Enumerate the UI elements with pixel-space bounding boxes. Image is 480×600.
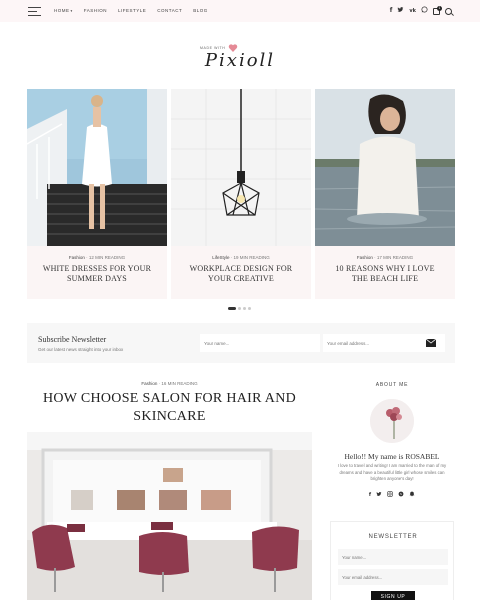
- slider-dot[interactable]: [238, 307, 241, 310]
- whatsapp-icon[interactable]: [421, 6, 428, 16]
- slide-card[interactable]: Fashion · 17 MIN READING 10 REASONS WHY …: [315, 89, 455, 299]
- slide-category[interactable]: Fashion: [69, 255, 85, 260]
- snapchat-icon[interactable]: [409, 491, 415, 500]
- envelope-icon: [426, 339, 436, 347]
- featured-slider: Fashion · 12 MIN READING WHITE DRESSES F…: [27, 89, 455, 299]
- sign-up-button[interactable]: SIGN UP: [371, 591, 415, 600]
- vk-icon[interactable]: vk: [409, 7, 416, 15]
- subscribe-title: Subscribe Newsletter: [38, 335, 107, 344]
- nav-item-fashion[interactable]: FASHION: [84, 8, 107, 13]
- newsletter-widget: NEWSLETTER SIGN UP: [330, 521, 454, 600]
- instagram-icon[interactable]: [387, 491, 393, 500]
- slider-dot[interactable]: [228, 307, 236, 310]
- slide-title[interactable]: WHITE DRESSES FOR YOUR SUMMER DAYS: [27, 264, 167, 284]
- subscribe-bar: Subscribe Newsletter Get our latest news…: [27, 323, 455, 363]
- slide-image[interactable]: [27, 89, 167, 246]
- search-icon[interactable]: [445, 7, 452, 15]
- facebook-icon[interactable]: f: [369, 491, 371, 500]
- slide-meta: Fashion · 12 MIN READING: [68, 255, 126, 260]
- slide-title[interactable]: WORKPLACE DESIGN FOR YOUR CREATIVE: [171, 264, 311, 284]
- slide-meta: Fashion · 17 MIN READING: [356, 255, 414, 260]
- slide-meta: LifeStyle · 19 MIN READING: [212, 255, 270, 260]
- slide-image[interactable]: [315, 89, 455, 246]
- post-category[interactable]: Fashion: [141, 381, 157, 386]
- svg-text:S: S: [400, 492, 402, 496]
- hamburger-menu-icon[interactable]: [28, 7, 41, 16]
- nav-item-home[interactable]: HOME▾: [54, 8, 73, 13]
- post-meta: Fashion · 16 MIN READING: [141, 381, 198, 386]
- facebook-icon[interactable]: f: [390, 7, 393, 15]
- nav-item-lifestyle[interactable]: LIFESTYLE: [118, 8, 146, 13]
- slider-dot[interactable]: [248, 307, 251, 310]
- newsletter-email-input[interactable]: [338, 569, 448, 585]
- twitter-icon[interactable]: [397, 6, 404, 16]
- slide-image[interactable]: [171, 89, 311, 246]
- about-me-heading: ABOUT ME: [375, 382, 409, 388]
- post-title[interactable]: HOW CHOOSE SALON FOR HAIR AND SKINCARE: [27, 390, 312, 426]
- slide-reading-time: 17 MIN READING: [376, 255, 414, 260]
- subscribe-name-input[interactable]: [200, 334, 320, 352]
- twitter-icon[interactable]: [376, 491, 382, 500]
- about-text: I love to travel and writing! I am marri…: [337, 463, 447, 481]
- subscribe-submit-button[interactable]: [417, 334, 445, 352]
- post-image[interactable]: [27, 432, 312, 600]
- slide-card[interactable]: LifeStyle · 19 MIN READING WORKPLACE DES…: [171, 89, 311, 299]
- logo-wordmark: Pixioll: [204, 50, 276, 71]
- avatar: [370, 399, 414, 443]
- top-navbar: HOME▾ FASHION LIFESTYLE CONTACT BLOG f v…: [0, 0, 480, 22]
- slide-reading-time: 19 MIN READING: [233, 255, 270, 260]
- newsletter-name-input[interactable]: [338, 549, 448, 565]
- slider-pagination: [228, 307, 251, 310]
- slider-dot[interactable]: [243, 307, 246, 310]
- cart-icon[interactable]: 1: [433, 5, 442, 15]
- main-nav: HOME▾ FASHION LIFESTYLE CONTACT BLOG: [54, 8, 208, 13]
- slide-category[interactable]: Fashion: [357, 255, 373, 260]
- slide-card[interactable]: Fashion · 12 MIN READING WHITE DRESSES F…: [27, 89, 167, 299]
- slide-title[interactable]: 10 REASONS WHY I LOVE THE BEACH LIFE: [315, 264, 455, 284]
- header-social: f vk 1: [390, 5, 452, 16]
- nav-item-blog[interactable]: BLOG: [193, 8, 208, 13]
- skype-icon[interactable]: S: [398, 491, 404, 500]
- about-name: Hello!! My name is ROSABEL: [344, 452, 440, 461]
- subscribe-description: Get our latest news straight into your i…: [38, 347, 124, 352]
- subscribe-email-input[interactable]: [323, 334, 417, 352]
- cart-count-badge: 1: [437, 5, 442, 11]
- slide-reading-time: 12 MIN READING: [88, 255, 126, 260]
- slide-category[interactable]: LifeStyle: [212, 255, 229, 260]
- about-social: f S: [330, 491, 454, 500]
- newsletter-heading: NEWSLETTER: [368, 534, 418, 540]
- site-logo[interactable]: MADE WITH Pixioll: [180, 42, 300, 74]
- nav-item-contact[interactable]: CONTACT: [157, 8, 182, 13]
- post-reading-time: 16 MIN READING: [161, 381, 198, 386]
